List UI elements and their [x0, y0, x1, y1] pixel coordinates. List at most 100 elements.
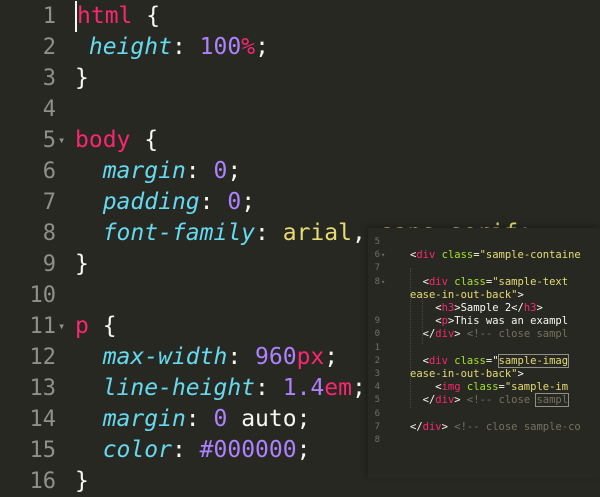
line-number: 5	[42, 128, 56, 153]
preview-code-token: <!-- close sample-co	[454, 420, 581, 433]
line-number: 13	[29, 376, 57, 401]
preview-code-line: ease-in-out-back">	[410, 289, 524, 302]
code-token: line-height	[102, 375, 256, 401]
preview-code-token: "sample-text	[492, 275, 569, 288]
preview-code-token: "sample-im	[504, 381, 569, 394]
code-token: ;	[296, 437, 311, 463]
code-text: html {	[75, 1, 160, 32]
code-token: p	[75, 313, 89, 339]
preview-code-line: <div class="sample-imag	[410, 353, 570, 368]
preview-code-token: class	[441, 249, 474, 262]
code-line[interactable]: 3}	[0, 63, 600, 94]
code-token: :	[171, 437, 200, 463]
preview-code-line: ease-in-out-back">	[410, 368, 524, 381]
preview-line-number: 5	[374, 237, 380, 247]
preview-code-token: </	[410, 328, 436, 341]
preview-code-token: h3	[523, 302, 537, 314]
preview-line-number: 0	[374, 329, 380, 340]
code-token: height	[88, 34, 172, 60]
preview-code-token: <	[410, 275, 429, 288]
preview-line-number: 9	[374, 316, 380, 327]
code-token: color	[102, 437, 172, 463]
line-number: 3	[42, 66, 56, 91]
code-text: p {	[75, 311, 117, 342]
preview-code-token: class	[466, 381, 499, 394]
code-token: html	[77, 3, 133, 29]
html-preview-panel[interactable]: 5 6 ▾ 7 8 ▾ 9 0 1 2 3 4 5 6 7 8 <div class="sample-conta…	[368, 228, 600, 478]
code-line[interactable]: 5 ▾ body {	[0, 125, 600, 156]
preview-line-number: 6	[374, 250, 380, 261]
code-line[interactable]: 1 html {	[0, 1, 600, 32]
preview-code-token: <!-- close sampl	[466, 328, 569, 341]
code-token: {	[88, 313, 117, 339]
preview-code-token: div	[416, 249, 436, 262]
preview-line-number: 1	[374, 342, 380, 353]
code-text: color: #000000;	[75, 435, 311, 466]
line-number: 6	[42, 159, 56, 184]
code-token: font-family	[102, 220, 256, 246]
line-number: 16	[29, 469, 57, 494]
preview-code-token: ="	[485, 354, 499, 367]
code-token: 960	[255, 344, 297, 370]
code-token: :	[171, 34, 200, 60]
fold-arrow-icon[interactable]: ▾	[58, 311, 68, 342]
fold-arrow-icon[interactable]: ▾	[381, 276, 389, 289]
preview-code-token: div	[422, 420, 442, 433]
preview-code-line: </div> <!-- close sampl	[410, 393, 570, 408]
code-token: 0	[213, 406, 228, 432]
preview-code-line: <p>This was an exampl	[410, 315, 568, 328]
code-line[interactable]: 7 padding: 0;	[0, 187, 600, 218]
code-token: :	[255, 220, 283, 246]
preview-code-token: >	[517, 288, 524, 301]
code-token: px	[296, 344, 325, 370]
code-text: margin: 0;	[75, 156, 242, 187]
fold-arrow-icon[interactable]: ▾	[381, 249, 389, 262]
code-token: ;	[241, 189, 256, 215]
preview-code-token: div	[428, 275, 448, 288]
preview-code-token: </	[410, 420, 423, 433]
preview-code-token: >	[441, 420, 455, 433]
code-token: arial	[282, 220, 352, 246]
code-line[interactable]: 6 margin: 0;	[0, 156, 600, 187]
fold-arrow-icon[interactable]: ▾	[58, 125, 68, 156]
preview-code-token: class	[454, 275, 486, 288]
line-number: 14	[29, 407, 57, 432]
preview-code-token: </	[410, 394, 436, 407]
code-line[interactable]: 4	[0, 94, 600, 125]
code-text: }	[75, 63, 89, 94]
preview-code-line: <h3>Sample 2</h3>	[410, 302, 543, 315]
line-number: 1	[42, 4, 56, 29]
preview-code-token: <	[410, 354, 429, 367]
preview-code-token: "sample-containe	[479, 249, 581, 262]
preview-code-token: div	[428, 354, 448, 367]
preview-code-token: h3	[441, 302, 455, 314]
line-number: 9	[42, 252, 56, 277]
line-number: 4	[42, 97, 56, 122]
code-token: :	[199, 189, 228, 215]
preview-line-number: 3	[374, 369, 380, 379]
line-number: 15	[29, 438, 57, 463]
code-token: 0	[213, 158, 228, 184]
line-number: 7	[42, 190, 56, 215]
preview-code-token: >	[536, 302, 543, 314]
code-line[interactable]: 2 height: 100%;	[0, 32, 600, 63]
code-token: auto;	[227, 406, 311, 432]
code-token: {	[130, 127, 159, 153]
preview-line-number: 5	[374, 395, 380, 406]
preview-line-number: 8	[374, 276, 380, 287]
code-token: em	[324, 375, 352, 401]
code-token: 1.4	[282, 375, 325, 401]
preview-line-number: 8	[374, 435, 380, 445]
preview-code-token: <	[410, 315, 442, 328]
code-text: }	[75, 249, 89, 280]
preview-code-token: sampl	[535, 393, 570, 408]
code-token: body	[75, 127, 131, 153]
preview-code-line: <div class="sample-text	[410, 276, 568, 289]
code-token: :	[255, 375, 283, 401]
line-number: 2	[42, 35, 56, 60]
